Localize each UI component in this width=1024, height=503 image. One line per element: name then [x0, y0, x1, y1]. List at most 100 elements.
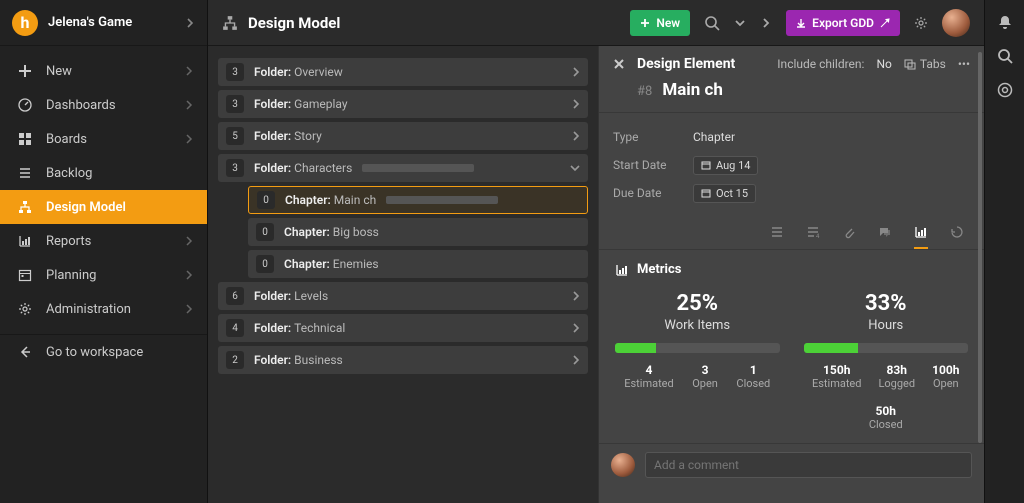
tree-folder-row[interactable]: 5Folder: Story — [218, 122, 588, 150]
metrics-body: 25% Work Items 4Estimated 3Open 1Closed … — [599, 285, 984, 443]
chevron-right-icon[interactable] — [572, 99, 580, 109]
metric-hours: 33% Hours 150hEstimated 83hLogged 100hOp… — [804, 291, 969, 431]
sidebar-item-reports[interactable]: Reports — [0, 224, 207, 258]
chart-icon — [14, 234, 36, 248]
sidebar-item-boards[interactable]: Boards — [0, 122, 207, 156]
tab-align[interactable] — [770, 225, 784, 249]
tree-chapter-row[interactable]: 0Chapter: Main ch — [248, 186, 588, 214]
include-children-label: Include children: — [777, 57, 864, 71]
chevron-right-icon[interactable] — [185, 18, 195, 28]
sidebar-item-label: Boards — [46, 132, 185, 147]
tree-folder-row[interactable]: 3Folder: Characters — [218, 154, 588, 182]
user-avatar — [611, 453, 635, 477]
detail-tabs: 4 — [599, 217, 984, 250]
attr-value: Chapter — [693, 130, 735, 144]
progress-bar — [615, 343, 780, 353]
design-tree: 3Folder: Overview 3 Folder: Gameplay 5 Folde… — [208, 46, 598, 503]
tab-comments[interactable] — [878, 225, 892, 249]
date-chip[interactable]: Aug 14 — [693, 156, 758, 175]
metric-percent: 25% — [615, 291, 780, 316]
chevron-right-icon[interactable] — [572, 131, 580, 141]
dashboard-icon — [14, 98, 36, 112]
sidebar-item-new[interactable]: New — [0, 54, 207, 88]
chevron-right-icon — [185, 100, 193, 110]
item-count: 5 — [226, 127, 244, 145]
sidebar-header[interactable]: h Jelena's Game — [0, 0, 207, 46]
item-count: 3 — [226, 95, 244, 113]
chevron-right-icon — [185, 66, 193, 76]
item-count: 6 — [226, 287, 244, 305]
moon-icon[interactable] — [997, 116, 1013, 132]
tab-history[interactable] — [950, 225, 964, 249]
item-kind: Folder: — [254, 65, 294, 79]
attr-label: Due Date — [613, 186, 693, 200]
search-icon[interactable] — [997, 48, 1013, 64]
chevron-right-icon[interactable] — [572, 291, 580, 301]
panel-title: Design Element — [637, 56, 765, 72]
more-icon[interactable]: ••• — [958, 57, 970, 71]
chevron-right-icon[interactable] — [760, 17, 772, 29]
sidebar-item-label: Dashboards — [46, 98, 185, 113]
date-chip[interactable]: Oct 15 — [693, 184, 756, 203]
item-name: Gameplay — [294, 97, 347, 111]
go-to-workspace-button[interactable]: Go to workspace — [0, 335, 207, 369]
item-kind: Folder: — [254, 321, 294, 335]
tree-chapter-row[interactable]: 0Chapter: Big boss — [248, 218, 588, 246]
chevron-right-icon — [185, 270, 193, 280]
right-rail — [984, 0, 1024, 503]
tree-folder-row[interactable]: 6Folder: Levels — [218, 282, 588, 310]
close-icon[interactable] — [613, 58, 625, 70]
progress-bar — [386, 196, 498, 204]
item-kind: Folder: — [254, 129, 294, 143]
tree-folder-row[interactable]: 4Folder: Technical — [218, 314, 588, 342]
export-gdd-button[interactable]: Export GDD — [786, 10, 900, 36]
chevron-right-icon[interactable] — [572, 355, 580, 365]
chevron-right-icon[interactable] — [572, 67, 580, 77]
comment-input[interactable] — [645, 452, 972, 478]
main-area: Design Model New Export GDD 3Folder: Ove… — [208, 0, 984, 503]
sidebar-item-planning[interactable]: Planning — [0, 258, 207, 292]
button-label: New — [656, 16, 680, 30]
tree-folder-row[interactable]: 3 Folder: Gameplay — [218, 90, 588, 118]
sidebar-footer: Go to workspace — [0, 334, 207, 369]
chevron-down-icon[interactable] — [734, 17, 746, 29]
chevron-right-icon — [185, 236, 193, 246]
chevron-right-icon[interactable] — [572, 323, 580, 333]
attr-label: Start Date — [613, 158, 693, 172]
item-name: Technical — [294, 321, 345, 335]
sidebar-item-administration[interactable]: Administration — [0, 292, 207, 326]
item-name: Characters — [294, 161, 352, 175]
sidebar-item-dashboards[interactable]: Dashboards — [0, 88, 207, 122]
tree-folder-row[interactable]: 2Folder: Business — [218, 346, 588, 374]
help-icon[interactable] — [997, 82, 1013, 98]
new-button[interactable]: New — [630, 10, 690, 36]
tree-chapter-row[interactable]: 0Chapter: Enemies — [248, 250, 588, 278]
item-kind: Chapter: — [284, 225, 333, 239]
item-kind: Folder: — [254, 97, 294, 111]
tab-list[interactable]: 4 — [806, 225, 820, 249]
sidebar-nav: New Dashboards Boards Backlog Design Mod… — [0, 46, 207, 326]
sitemap-icon — [222, 15, 238, 31]
bell-icon[interactable] — [997, 14, 1013, 30]
project-name: Jelena's Game — [48, 15, 185, 30]
sidebar-item-design-model[interactable]: Design Model — [0, 190, 207, 224]
chevron-right-icon — [185, 134, 193, 144]
item-name: Big boss — [333, 225, 379, 239]
sidebar-item-backlog[interactable]: Backlog — [0, 156, 207, 190]
search-icon[interactable] — [704, 15, 720, 31]
toolbar: Design Model New Export GDD — [208, 0, 984, 46]
tabs-button[interactable]: Tabs — [904, 57, 946, 71]
backlog-icon — [14, 166, 36, 180]
gear-icon[interactable] — [914, 16, 928, 30]
scrollbar[interactable] — [978, 52, 982, 443]
sitemap-icon — [14, 200, 36, 214]
include-children-value[interactable]: No — [876, 57, 891, 71]
user-avatar[interactable] — [942, 9, 970, 37]
tree-folder-row[interactable]: 3Folder: Overview — [218, 58, 588, 86]
chevron-down-icon[interactable] — [570, 163, 580, 173]
metric-percent: 33% — [804, 291, 969, 316]
detail-panel: Design Element Include children: No Tabs… — [598, 46, 984, 503]
tab-attachments[interactable] — [842, 225, 856, 249]
boards-icon — [14, 132, 36, 146]
tab-metrics[interactable] — [914, 225, 928, 249]
